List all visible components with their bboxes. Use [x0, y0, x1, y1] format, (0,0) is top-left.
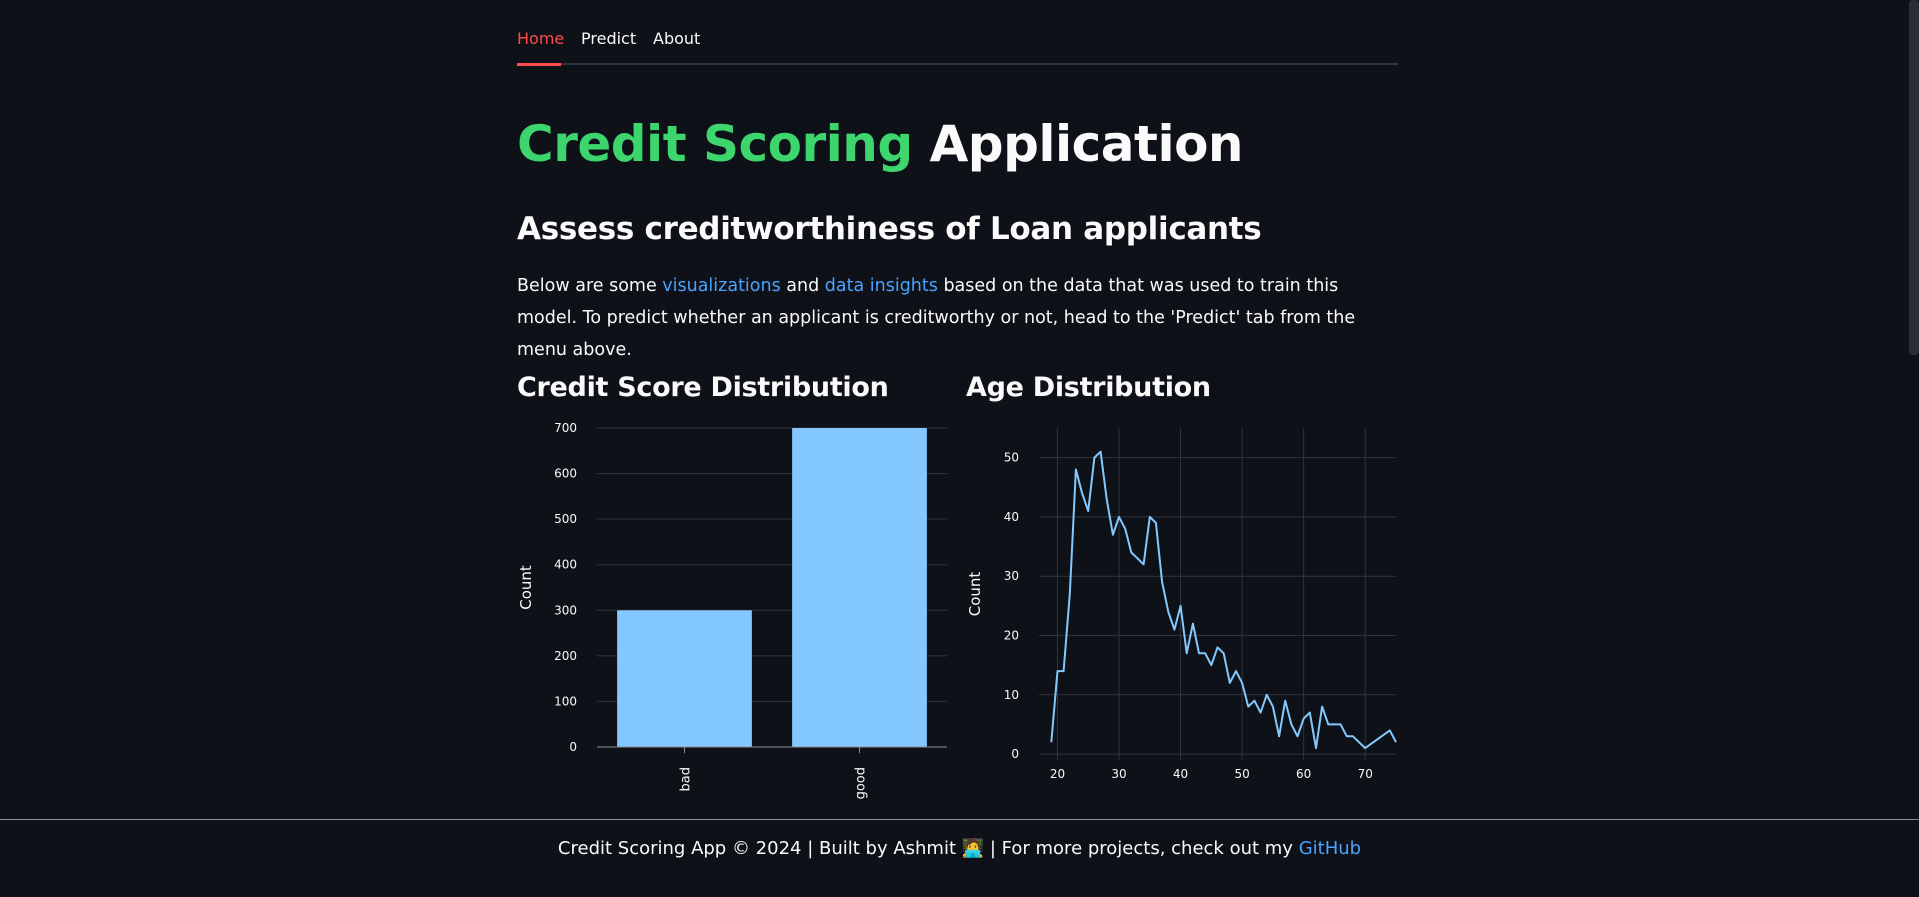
x-tick-label: good	[854, 767, 869, 799]
y-tick-label: 10	[1004, 688, 1019, 702]
age-line-chart: 0 10 20 30 40 50 20 30 40 50 60 70 Count	[966, 428, 1397, 781]
x-tick-label: 20	[1050, 767, 1065, 781]
tab-bar: Home Predict About	[517, 26, 1398, 66]
tab-predict[interactable]: Predict	[581, 26, 636, 52]
tab-about[interactable]: About	[653, 26, 700, 52]
x-tick-label: 30	[1111, 767, 1126, 781]
x-tick-label: 40	[1173, 767, 1188, 781]
age-series-line	[1050, 450, 1397, 750]
tab-bar-divider	[517, 63, 1398, 65]
page-title: Credit Scoring Application	[517, 112, 1244, 176]
y-tick-label: 40	[1004, 510, 1019, 524]
y-axis-label: Count	[966, 572, 984, 617]
x-tick-label: bad	[679, 767, 694, 791]
y-tick-label: 50	[1004, 451, 1019, 465]
x-tick-label: 70	[1358, 767, 1373, 781]
y-tick-label: 200	[554, 649, 577, 663]
intro-text-2: and	[780, 276, 825, 296]
credit-score-bar-chart: 0 100 200 300 400 500 600 700 Count bad good	[517, 421, 947, 799]
title-highlight: Credit Scoring	[517, 115, 913, 173]
x-tick-label: 60	[1296, 767, 1311, 781]
y-tick-label: 300	[554, 603, 577, 617]
y-tick-label: 700	[554, 421, 577, 435]
footer-divider	[0, 819, 1919, 820]
footer: Credit Scoring App © 2024 | Built by Ash…	[0, 836, 1919, 862]
x-tick-label: 50	[1234, 767, 1249, 781]
y-tick-label: 0	[1011, 747, 1019, 761]
y-tick-label: 600	[554, 467, 577, 481]
intro-text-1: Below are some	[517, 276, 663, 296]
y-tick-label: 30	[1004, 569, 1019, 583]
data-insights-link[interactable]: data insights	[825, 276, 938, 296]
y-tick-label: 400	[554, 558, 577, 572]
active-tab-indicator	[517, 63, 561, 66]
bar	[617, 610, 752, 747]
footer-text: Credit Scoring App © 2024 | Built by Ash…	[557, 838, 1299, 859]
title-rest: Application	[929, 115, 1244, 173]
y-axis-label: Count	[517, 565, 535, 610]
page-scrollbar[interactable]	[1909, 0, 1919, 355]
intro-paragraph: Below are some visualizations and data i…	[517, 270, 1398, 366]
y-tick-label: 100	[554, 694, 577, 708]
page-subtitle: Assess creditworthiness of Loan applican…	[517, 211, 1262, 247]
y-tick-label: 20	[1004, 629, 1019, 643]
y-tick-label: 500	[554, 512, 577, 526]
y-tick-label: 0	[569, 740, 577, 754]
credit-score-chart-title: Credit Score Distribution	[517, 372, 889, 403]
visualizations-link[interactable]: visualizations	[662, 276, 780, 296]
bar	[792, 428, 927, 747]
tab-home[interactable]: Home	[517, 26, 564, 52]
age-chart-title: Age Distribution	[966, 372, 1211, 403]
github-link[interactable]: GitHub	[1299, 838, 1361, 859]
